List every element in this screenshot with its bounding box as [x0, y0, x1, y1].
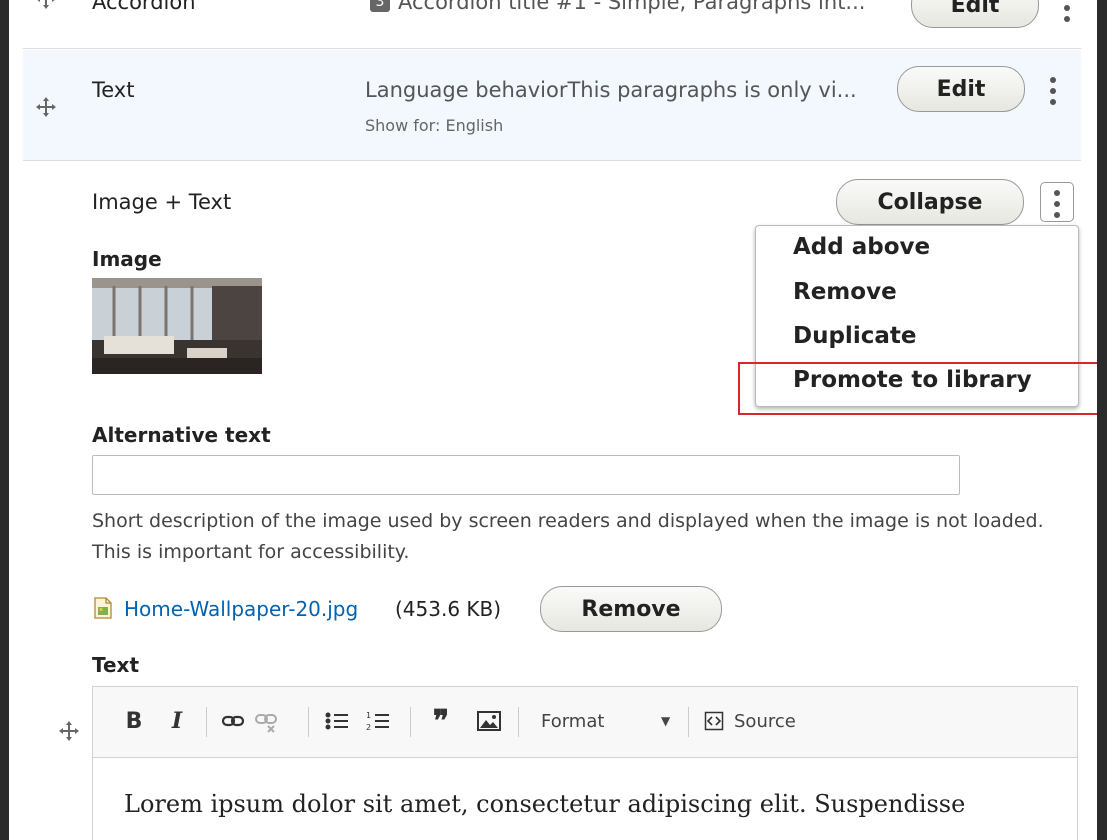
source-icon[interactable]	[704, 711, 724, 731]
drag-handle-icon[interactable]	[58, 720, 80, 742]
paragraphs-widget: Accordion 3 Accordion title #1 - Simple,…	[9, 0, 1097, 840]
paragraph-type-label: Image + Text	[92, 190, 232, 214]
paragraph-row-text: Text Language behaviorThis paragraphs is…	[23, 50, 1081, 161]
toolbar-separator	[518, 707, 519, 737]
numbered-list-icon[interactable]: 1 2	[365, 709, 391, 733]
edit-button[interactable]: Edit	[911, 0, 1039, 28]
bold-button[interactable]: B	[122, 697, 146, 745]
more-actions-icon	[1045, 190, 1069, 218]
paragraph-type-label: Accordion	[92, 0, 196, 14]
language-behavior-subtext: Show for: English	[365, 116, 504, 135]
collapse-button[interactable]: Collapse	[836, 179, 1024, 225]
alt-text-label: Alternative text	[92, 423, 271, 447]
toolbar-separator	[308, 707, 309, 737]
more-actions-toggle[interactable]	[1040, 182, 1074, 222]
paragraph-summary: Accordion title #1 - Simple, Paragraphs …	[398, 0, 866, 14]
image-field-label: Image	[92, 247, 162, 271]
italic-button[interactable]: I	[165, 697, 189, 745]
menu-item-remove[interactable]: Remove	[793, 279, 897, 305]
image-file-icon	[94, 597, 112, 619]
source-button[interactable]: Source	[734, 697, 796, 745]
svg-text:2: 2	[366, 723, 371, 732]
highlight-box	[738, 362, 1097, 415]
menu-item-add-above[interactable]: Add above	[793, 234, 930, 260]
paragraph-row-accordion: Accordion 3 Accordion title #1 - Simple,…	[23, 0, 1081, 49]
count-badge: 3	[370, 0, 390, 12]
text-field-label: Text	[92, 653, 140, 677]
format-dropdown-label[interactable]: Format	[541, 697, 604, 745]
alt-text-input[interactable]	[92, 455, 960, 495]
toolbar-separator	[410, 707, 411, 737]
file-link[interactable]: Home-Wallpaper-20.jpg	[124, 597, 358, 621]
menu-item-duplicate[interactable]: Duplicate	[793, 323, 916, 349]
link-icon[interactable]	[221, 709, 245, 733]
image-thumbnail[interactable]	[92, 278, 262, 374]
more-actions-icon[interactable]	[1055, 0, 1079, 22]
edit-button[interactable]: Edit	[897, 66, 1025, 112]
chevron-down-icon[interactable]: ▼	[661, 697, 670, 745]
remove-file-button[interactable]: Remove	[540, 586, 722, 632]
svg-text:1: 1	[366, 711, 371, 720]
paragraph-type-label: Text	[92, 78, 135, 102]
drag-handle-icon[interactable]	[35, 0, 57, 10]
alt-text-description: Short description of the image used by s…	[92, 510, 1044, 563]
blockquote-icon[interactable]: ❞	[425, 697, 457, 745]
paragraph-summary: Language behaviorThis paragraphs is only…	[365, 78, 857, 102]
toolbar-separator	[688, 707, 689, 737]
unlink-icon[interactable]	[254, 709, 278, 733]
drag-handle-icon[interactable]	[35, 96, 57, 118]
file-size: (453.6 KB)	[395, 597, 502, 621]
image-insert-icon[interactable]	[476, 709, 502, 733]
toolbar-separator	[206, 707, 207, 737]
editor-content[interactable]: Lorem ipsum dolor sit amet, consectetur …	[124, 790, 965, 818]
bulleted-list-icon[interactable]	[324, 709, 350, 733]
more-actions-icon[interactable]	[1041, 77, 1065, 105]
